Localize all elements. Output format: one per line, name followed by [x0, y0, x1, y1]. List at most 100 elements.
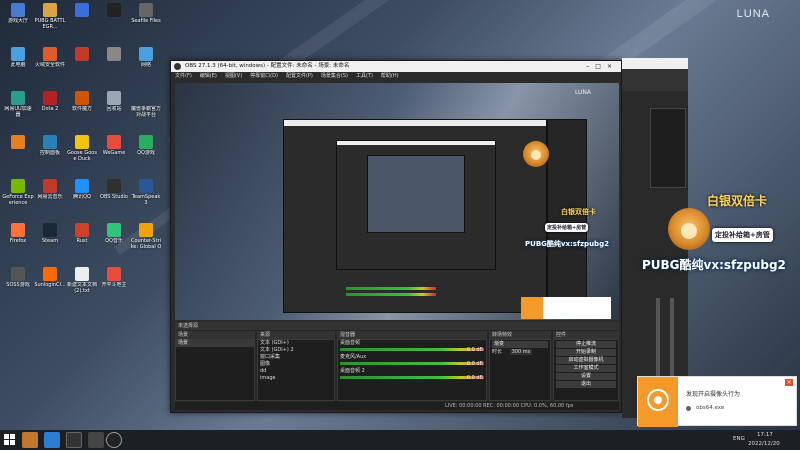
control-button[interactable]: 启动虚拟摄像机: [556, 357, 616, 364]
taskbar-app-icon[interactable]: [44, 432, 60, 448]
desktop-icon-label: Rust: [76, 238, 88, 244]
desktop-icon[interactable]: [66, 46, 98, 80]
source-item[interactable]: 文本 (GDI+): [258, 340, 334, 347]
control-button[interactable]: 停止推流: [556, 341, 616, 348]
app-icon: [75, 91, 89, 105]
window-controls[interactable]: –□×: [586, 61, 618, 72]
taskbar-app-icon[interactable]: [88, 432, 104, 448]
desktop-icon[interactable]: Goose Goose Duck: [66, 134, 98, 168]
sources-list[interactable]: 文本 (GDI+) 文本 (GDI+) 2 窗口采集 图像 dd image: [257, 339, 335, 401]
desktop-icon[interactable]: QQ游戏: [130, 134, 162, 168]
desktop-icon[interactable]: 网易云音乐: [34, 178, 66, 212]
tray-time[interactable]: 17:17: [757, 432, 773, 438]
obs-menu-item[interactable]: 停靠窗口(D): [250, 73, 278, 79]
obs-menu-item[interactable]: 编辑(E): [200, 73, 217, 79]
tray-date[interactable]: 2022/12/20: [748, 441, 780, 447]
side-window-title-bar[interactable]: [622, 58, 688, 69]
taskbar-app-icon[interactable]: [66, 432, 82, 448]
mixer-db-value: 0.0 dB: [466, 361, 483, 367]
nested-obs-frame: [336, 140, 496, 270]
desktop-icon[interactable]: TeamSpeak 3: [130, 178, 162, 212]
mixer-track[interactable]: 麦克风/Aux 0.0 dB: [338, 354, 486, 367]
app-icon: [43, 267, 57, 281]
desktop-icon[interactable]: 网络: [130, 46, 162, 80]
source-item[interactable]: image: [258, 375, 334, 382]
control-button[interactable]: 设置: [556, 373, 616, 380]
obs-menu-item[interactable]: 帮助(H): [381, 73, 399, 79]
desktop-icon[interactable]: Dota 2: [34, 90, 66, 124]
controls-dock-header: 控件: [553, 331, 619, 339]
duration-input[interactable]: 300 ms: [509, 349, 533, 355]
source-item[interactable]: 窗口采集: [258, 354, 334, 361]
desktop-icon[interactable]: 网易UU加速器: [2, 90, 34, 124]
desktop-icon[interactable]: 游戏大厅: [2, 2, 34, 36]
mixer-track[interactable]: 桌面音频 2 0.0 dB: [338, 368, 486, 381]
camera-notification[interactable]: 发现开启摄像头行为 obs64.exe ×: [637, 376, 797, 427]
notification-close-button[interactable]: ×: [785, 379, 793, 386]
start-button[interactable]: [4, 434, 16, 446]
desktop-icon[interactable]: PUBG BATTLEGR...: [34, 2, 66, 36]
desktop-icon[interactable]: SunloginCl...: [34, 266, 66, 300]
desktop-icon[interactable]: 新建文本文档 (2).txt: [66, 266, 98, 300]
desktop-icon[interactable]: 开平斗地主: [98, 266, 130, 300]
scenes-list[interactable]: 场景: [175, 339, 255, 401]
source-item[interactable]: 文本 (GDI+) 2: [258, 347, 334, 354]
taskbar-app-icon[interactable]: [22, 432, 38, 448]
side-window-slider[interactable]: [670, 298, 674, 378]
tray-language[interactable]: ENG: [733, 436, 745, 442]
desktop-icon[interactable]: 软件魔方: [66, 90, 98, 124]
control-button[interactable]: 工作室模式: [556, 365, 616, 372]
double-card-label-small: 白银双倍卡: [561, 208, 596, 216]
app-icon: [11, 47, 25, 61]
transitions-panel[interactable]: 渐变 时长 300 ms: [489, 339, 551, 401]
app-icon: [139, 3, 153, 17]
obs-window[interactable]: OBS 27.1.3 (64-bit, windows) - 配置文件: 未命名…: [170, 60, 622, 413]
app-icon: [75, 47, 89, 61]
mixer-db-value: 0.0 dB: [466, 347, 483, 353]
desktop-icon[interactable]: [98, 2, 130, 36]
desktop-icon[interactable]: 控制面板: [34, 134, 66, 168]
desktop-icon[interactable]: 此电脑: [2, 46, 34, 80]
app-icon: [11, 223, 25, 237]
desktop-icon[interactable]: [2, 134, 34, 168]
desktop-icon[interactable]: Firefox: [2, 222, 34, 256]
transition-select[interactable]: 渐变: [492, 341, 548, 348]
mixer-track[interactable]: 桌面音频 0.0 dB: [338, 340, 486, 353]
source-item[interactable]: dd: [258, 368, 334, 375]
mixer-track-label: 麦克风/Aux: [340, 354, 367, 360]
desktop-icon[interactable]: [98, 46, 130, 80]
taskbar-obs-icon[interactable]: [106, 432, 122, 448]
desktop-icon[interactable]: 腾讯QQ: [66, 178, 98, 212]
desktop-icon[interactable]: Rust: [66, 222, 98, 256]
control-button[interactable]: 退出: [556, 381, 616, 388]
audio-mixer[interactable]: 桌面音频 0.0 dB 麦克风/Aux 0.0 dB 桌面音频 2 0.0 dB: [337, 339, 487, 401]
obs-menu-item[interactable]: 工具(T): [356, 73, 373, 79]
duration-label: 时长: [492, 349, 503, 355]
obs-menu-item[interactable]: 场景集合(S): [321, 73, 348, 79]
side-window-slider[interactable]: [656, 298, 660, 378]
desktop-icon[interactable]: WeGame: [98, 134, 130, 168]
obs-menu-item[interactable]: 文件(F): [175, 73, 192, 79]
desktop-icon-label: OBS Studio: [100, 194, 128, 200]
desktop-icon[interactable]: 魔兽争霸官方对战平台: [130, 90, 162, 124]
desktop-icon[interactable]: 回收站: [98, 90, 130, 124]
control-button[interactable]: 开始录制: [556, 349, 616, 356]
scene-item[interactable]: 场景: [176, 340, 254, 347]
desktop-icon[interactable]: 火绒安全软件: [34, 46, 66, 80]
source-item[interactable]: 图像: [258, 361, 334, 368]
desktop-icon[interactable]: GeForce Experience: [2, 178, 34, 212]
desktop-icon[interactable]: Counter-Strike: Global Off...: [130, 222, 162, 256]
desktop-icon[interactable]: SOSS游戏: [2, 266, 34, 300]
obs-preview-canvas[interactable]: LUNA 白银双倍卡 PUBG酷纯vx:sfzpubg2 定投补给箱+房管: [175, 83, 619, 320]
desktop-icon-label: 控制面板: [39, 150, 60, 156]
obs-menu-item[interactable]: 视图(V): [225, 73, 242, 79]
obs-title-bar[interactable]: OBS 27.1.3 (64-bit, windows) - 配置文件: 未命名…: [171, 61, 621, 72]
desktop-icon[interactable]: OBS Studio: [98, 178, 130, 212]
app-icon: [11, 267, 25, 281]
obs-menu-item[interactable]: 配置文件(P): [286, 73, 313, 79]
desktop-icon[interactable]: Seafile Files: [130, 2, 162, 36]
desktop-icon[interactable]: [66, 2, 98, 36]
desktop-icon[interactable]: QQ音乐: [98, 222, 130, 256]
app-icon: [75, 3, 89, 17]
desktop-icon[interactable]: Steam: [34, 222, 66, 256]
